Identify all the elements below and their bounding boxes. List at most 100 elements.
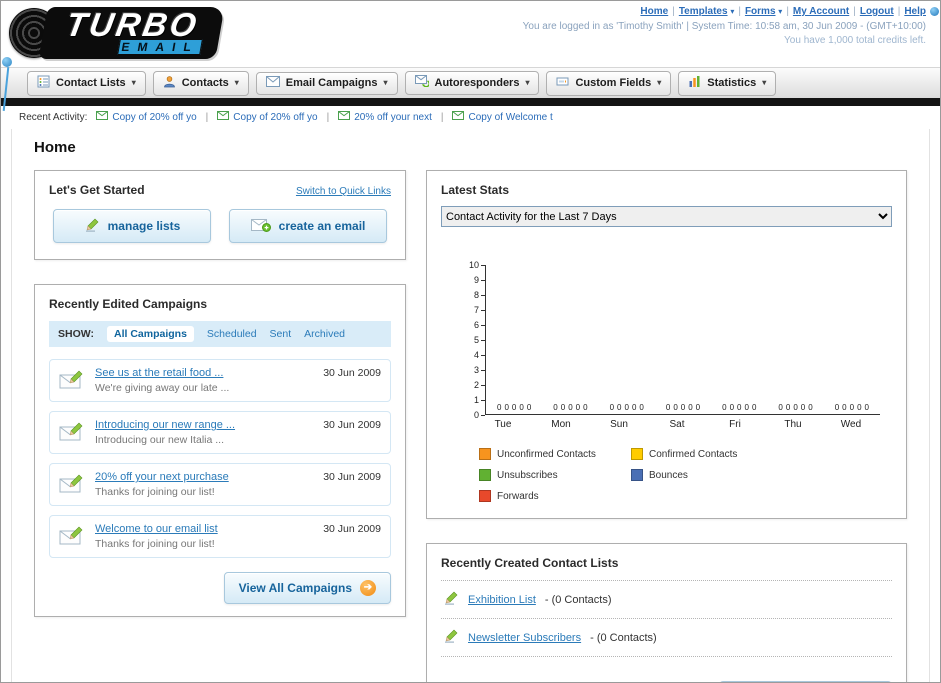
recent-contact-lists-title: Recently Created Contact Lists xyxy=(441,556,619,570)
edit-campaign-icon xyxy=(59,473,85,498)
filter-archived[interactable]: Archived xyxy=(304,328,345,340)
logo-title: TURBO xyxy=(63,6,203,43)
campaign-link[interactable]: Introducing our new range ... xyxy=(95,419,235,431)
nav-link-templates[interactable]: Templates xyxy=(679,6,728,17)
get-started-title: Let's Get Started xyxy=(49,183,145,197)
legend-label: Confirmed Contacts xyxy=(649,448,738,460)
activity-separator: | xyxy=(440,111,444,123)
campaign-row: Introducing our new range ... Introducin… xyxy=(49,411,391,454)
contact-list-link[interactable]: Exhibition List xyxy=(468,594,536,606)
bar-value-label: 0 xyxy=(849,403,855,412)
view-all-campaigns-button[interactable]: View All Campaigns ➔ xyxy=(223,572,391,604)
campaign-link[interactable]: 20% off your next purchase xyxy=(95,471,229,483)
tab-custom-fields[interactable]: Custom Fields ▾ xyxy=(546,70,672,96)
nav-separator: | xyxy=(897,6,901,17)
nav-link-home[interactable]: Home xyxy=(640,6,668,17)
bar-value-label: 0 xyxy=(729,403,735,412)
campaign-date: 30 Jun 2009 xyxy=(323,471,381,483)
stats-period-select[interactable]: Contact Activity for the Last 7 Days xyxy=(441,206,892,227)
legend-swatch xyxy=(631,448,643,460)
x-axis-label: Tue xyxy=(494,419,512,430)
bar-value-label: 0 xyxy=(857,403,862,412)
tab-contacts[interactable]: Contacts ▾ xyxy=(152,70,249,96)
contact-list-link[interactable]: Newsletter Subscribers xyxy=(468,632,581,644)
bar-value-label: 0 xyxy=(722,403,727,412)
legend-item: Unsubscribes xyxy=(479,469,631,481)
legend-swatch xyxy=(479,490,491,502)
email-icon xyxy=(338,111,351,123)
bar-value-label: 0 xyxy=(778,403,783,412)
chart-bar-group: 00000 xyxy=(655,403,711,414)
edit-campaign-icon xyxy=(59,525,85,550)
bar-value-label: 0 xyxy=(695,403,701,412)
bar-value-label: 0 xyxy=(842,403,847,412)
nav-link-help[interactable]: Help xyxy=(904,6,926,17)
legend-label: Unsubscribes xyxy=(497,469,558,481)
campaign-subtitle: Thanks for joining our list! xyxy=(95,538,215,550)
campaign-date: 30 Jun 2009 xyxy=(323,367,381,379)
chart-legend: Unconfirmed Contacts Confirmed Contacts Un… xyxy=(479,448,892,502)
show-label: SHOW: xyxy=(58,328,94,340)
contact-list-count: - (0 Contacts) xyxy=(544,593,612,606)
bar-value-label: 0 xyxy=(808,403,813,412)
email-campaigns-icon xyxy=(265,75,280,90)
campaign-subtitle: We're giving away our late ... xyxy=(95,382,230,394)
filter-scheduled[interactable]: Scheduled xyxy=(207,328,257,340)
manage-lists-label: manage lists xyxy=(107,219,181,233)
nav-link-logout[interactable]: Logout xyxy=(860,6,894,17)
logo-wordmark: TURBO EMAIL xyxy=(38,6,225,59)
tab-contact-lists[interactable]: Contact Lists ▾ xyxy=(27,70,146,96)
recent-activity-link[interactable]: Copy of 20% off yo xyxy=(112,112,196,123)
filter-all-campaigns[interactable]: All Campaigns xyxy=(106,326,194,342)
recent-activity-link[interactable]: 20% off your next xyxy=(354,112,432,123)
campaign-link[interactable]: Welcome to our email list xyxy=(95,523,218,535)
nav-link-my-account[interactable]: My Account xyxy=(793,6,849,17)
chart-bar-group: 00000 xyxy=(711,403,767,414)
legend-item: Confirmed Contacts xyxy=(631,448,783,460)
bar-value-label: 0 xyxy=(617,403,622,412)
filter-sent[interactable]: Sent xyxy=(270,328,292,340)
bar-value-label: 0 xyxy=(639,403,644,412)
create-email-button[interactable]: create an email xyxy=(229,209,387,243)
email-icon xyxy=(96,111,109,123)
chart-groups: 00000000000000000000000000000000000 xyxy=(486,403,880,414)
bar-value-label: 0 xyxy=(680,403,686,412)
chart-bar-group: 00000 xyxy=(767,403,823,414)
contact-list-item: Newsletter Subscribers - (0 Contacts) xyxy=(441,619,892,657)
chevron-down-icon: ▾ xyxy=(778,7,783,16)
edit-campaign-icon xyxy=(59,369,85,394)
recent-campaigns-title: Recently Edited Campaigns xyxy=(49,297,208,311)
campaign-subtitle: Introducing our new Italia ... xyxy=(95,434,224,446)
tab-label: Email Campaigns xyxy=(285,76,378,89)
latest-stats-panel: Latest Stats Contact Activity for the La… xyxy=(426,170,907,519)
x-axis-label: Sun xyxy=(610,419,628,430)
tab-label: Autoresponders xyxy=(434,76,520,89)
nav-link-forms[interactable]: Forms xyxy=(745,6,776,17)
tab-statistics[interactable]: Statistics ▾ xyxy=(678,70,777,96)
recent-activity-link[interactable]: Copy of Welcome t xyxy=(468,112,552,123)
nav-separator: | xyxy=(672,6,675,17)
chart-x-labels: Tue Mon Sun Sat Fri Thu Wed xyxy=(474,419,880,430)
recent-activity-link[interactable]: Copy of 20% off yo xyxy=(233,112,317,123)
statistics-icon xyxy=(688,75,701,91)
create-email-label: create an email xyxy=(278,219,366,233)
tab-email-campaigns[interactable]: Email Campaigns ▾ xyxy=(255,71,398,95)
bar-value-label: 0 xyxy=(504,403,509,412)
chevron-down-icon: ▾ xyxy=(657,78,662,87)
switch-quick-links-link[interactable]: Switch to Quick Links xyxy=(296,186,391,197)
nav-separator: | xyxy=(738,6,741,17)
campaign-link[interactable]: See us at the retail food ... xyxy=(95,367,229,379)
recent-campaigns-panel: Recently Edited Campaigns SHOW: All Camp… xyxy=(34,284,406,617)
x-axis-label: Mon xyxy=(551,419,571,430)
campaign-date: 30 Jun 2009 xyxy=(323,523,381,535)
bar-value-label: 0 xyxy=(785,403,791,412)
bar-value-label: 0 xyxy=(793,403,798,412)
campaign-date: 30 Jun 2009 xyxy=(323,419,381,431)
bar-value-label: 0 xyxy=(575,403,581,412)
bar-value-label: 0 xyxy=(583,403,588,412)
manage-lists-button[interactable]: manage lists xyxy=(53,209,211,243)
tab-autoresponders[interactable]: Autoresponders ▾ xyxy=(404,71,540,95)
recent-contact-lists-panel: Recently Created Contact Lists Exhibitio… xyxy=(426,543,907,682)
contact-list-item: Exhibition List - (0 Contacts) xyxy=(441,581,892,619)
email-icon xyxy=(452,111,465,123)
